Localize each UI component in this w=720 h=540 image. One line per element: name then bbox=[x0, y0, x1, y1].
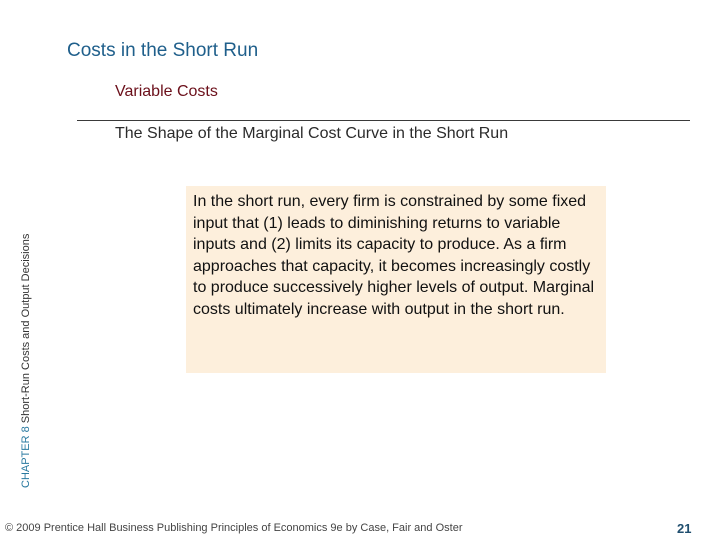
page-number: 21 bbox=[677, 521, 692, 536]
section-title: Variable Costs bbox=[115, 83, 218, 100]
chapter-title: Short-Run Costs and Output Decisions bbox=[20, 233, 32, 424]
chapter-sidebar-label: CHAPTER 8 Short-Run Costs and Output Dec… bbox=[20, 234, 32, 488]
slide-title: Costs in the Short Run bbox=[67, 40, 259, 61]
chapter-number: CHAPTER 8 bbox=[20, 426, 32, 488]
body-text-box: In the short run, every firm is constrai… bbox=[186, 186, 606, 373]
subsection-title: The Shape of the Marginal Cost Curve in … bbox=[115, 125, 509, 142]
divider bbox=[77, 120, 690, 121]
footer-copyright: © 2009 Prentice Hall Business Publishing… bbox=[5, 522, 463, 534]
